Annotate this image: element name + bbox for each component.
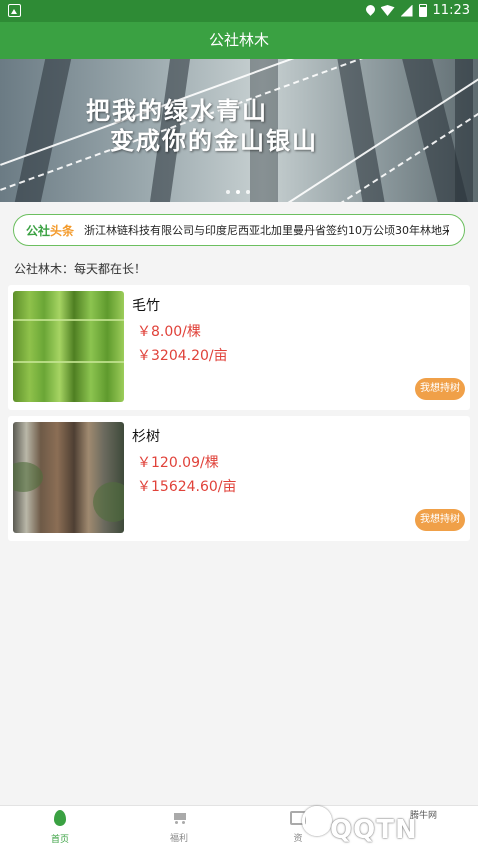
wifi-icon: [380, 5, 395, 16]
signal-icon: [400, 4, 413, 17]
watermark-logo-icon: [302, 806, 332, 836]
status-bar: 11:23: [0, 0, 478, 22]
motto-text: 公社林木：每天都在长！: [14, 262, 147, 276]
price-per-tree: ￥120.09/棵: [137, 455, 219, 471]
battery-icon: [418, 4, 427, 17]
hold-tree-button[interactable]: 我想持树: [415, 378, 465, 400]
location-icon: [366, 5, 375, 17]
carousel-dot[interactable]: [226, 190, 230, 194]
watermark-brand: QQTN: [330, 815, 418, 845]
banner-carousel[interactable]: 把我的绿水青山 变成你的金山银山: [0, 59, 478, 202]
product-image-cedar: [13, 422, 124, 533]
price-per-tree: ￥8.00/棵: [137, 324, 201, 340]
app-bar: 公社林木: [0, 22, 478, 59]
carousel-dot-active[interactable]: [236, 190, 240, 194]
watermark: QQTN 腾牛网: [298, 800, 478, 849]
nav-welfare[interactable]: 福利: [149, 810, 209, 844]
clock: 11:23: [432, 3, 470, 18]
nav-home-label: 首页: [50, 835, 69, 845]
product-card-maozhu[interactable]: 毛竹 ￥8.00/棵 ￥3204.20/亩 我想持树: [8, 285, 470, 410]
news-headline[interactable]: 浙江林链科技有限公司与印度尼西亚北加里曼丹省签约10万公顷30年林地采...: [84, 222, 449, 238]
page-title: 公社林木: [208, 31, 269, 49]
leaf-icon: [54, 810, 66, 826]
notification-icon: [8, 4, 21, 17]
product-image-bamboo: [13, 291, 124, 402]
watermark-small: 腾牛网: [410, 811, 438, 821]
news-logo: 公社头条: [26, 223, 75, 238]
product-card-shanshu[interactable]: 杉树 ￥120.09/棵 ￥15624.60/亩 我想持树: [8, 416, 470, 541]
nav-welfare-label: 福利: [169, 834, 188, 844]
product-name: 毛竹: [132, 298, 160, 314]
price-per-mu: ￥3204.20/亩: [137, 348, 228, 364]
hold-tree-button[interactable]: 我想持树: [415, 509, 465, 531]
banner-slogan-line2: 变成你的金山银山: [110, 127, 318, 155]
carousel-dot[interactable]: [246, 190, 250, 194]
news-ticker[interactable]: 公社头条 浙江林链科技有限公司与印度尼西亚北加里曼丹省签约10万公顷30年林地采…: [13, 214, 465, 246]
cart-icon: [171, 811, 187, 825]
nav-home[interactable]: 首页: [30, 810, 90, 845]
price-per-mu: ￥15624.60/亩: [137, 479, 237, 495]
product-name: 杉树: [132, 429, 160, 445]
status-icons: 11:23: [366, 3, 470, 18]
